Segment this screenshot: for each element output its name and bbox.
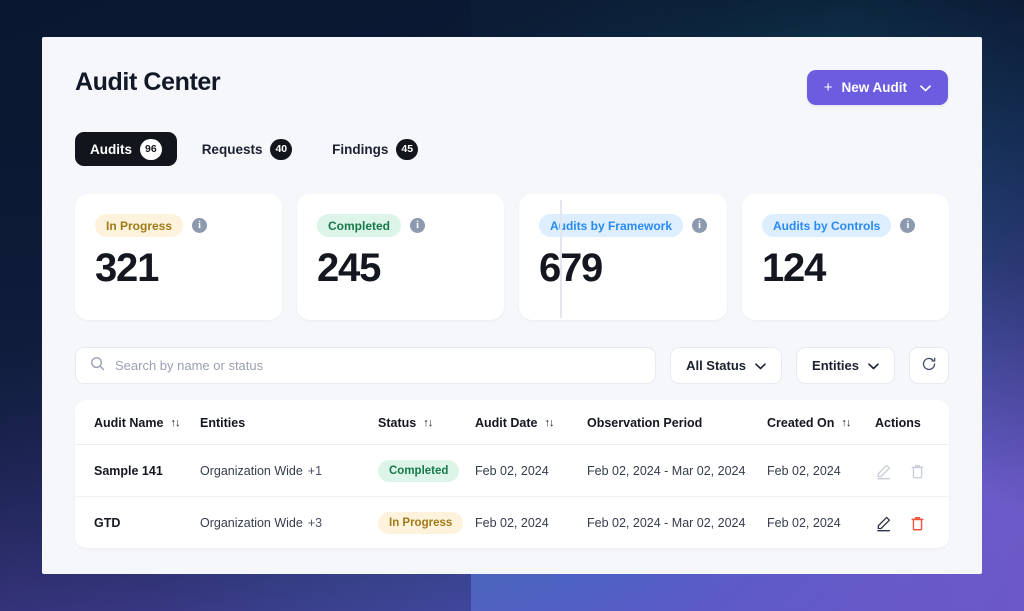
column-label: Actions <box>875 416 921 430</box>
column-label: Created On <box>767 416 835 430</box>
app-panel: Audit Center + New Audit Audits 96 Reque… <box>42 37 982 574</box>
info-icon[interactable]: i <box>410 218 425 233</box>
tab-requests-badge: 40 <box>270 138 293 160</box>
column-header-created-on[interactable]: Created On ↑↓ <box>767 400 875 445</box>
cell-status: In Progress <box>378 497 475 549</box>
cell-created-on: Feb 02, 2024 <box>767 516 841 530</box>
tab-audits-label: Audits <box>90 141 132 157</box>
delete-icon[interactable] <box>909 515 926 532</box>
stat-label-in-progress: In Progress <box>95 214 184 237</box>
tab-audits[interactable]: Audits 96 <box>75 132 177 166</box>
stat-value-audits-by-framework: 679 <box>538 246 603 290</box>
column-label: Audit Name <box>94 416 164 430</box>
sort-icon[interactable]: ↑↓ <box>841 417 851 429</box>
tab-findings-badge: 45 <box>396 138 419 160</box>
cell-actions <box>875 497 949 549</box>
tab-requests[interactable]: Requests 40 <box>187 132 307 166</box>
stat-value-in-progress: 321 <box>95 246 159 290</box>
stat-card-completed[interactable]: Completed i 245 <box>296 194 504 320</box>
sort-icon[interactable]: ↑↓ <box>170 417 180 429</box>
cell-audit-name: Sample 141 <box>75 444 200 497</box>
delete-icon <box>909 463 926 480</box>
stat-card-audits-by-framework[interactable]: Audits by Framework i 679 <box>518 194 727 320</box>
entities-filter-label: Entities <box>812 358 859 373</box>
table-row[interactable]: GTD Organization Wide +3 In Progress Feb … <box>75 497 949 549</box>
entity-extra-count: +1 <box>307 464 323 478</box>
column-header-status[interactable]: Status ↑↓ <box>378 400 475 445</box>
table-header-row: Audit Name ↑↓ Entities Status ↑↓ Audit D… <box>75 400 949 445</box>
info-icon[interactable]: i <box>900 218 916 233</box>
column-header-actions: Actions <box>875 400 949 445</box>
cell-audit-date: Feb 02, 2024 <box>475 444 587 497</box>
entity-name: Organization Wide <box>200 516 303 530</box>
entity-name: Organization Wide <box>200 464 303 478</box>
cell-status: Completed <box>378 444 475 497</box>
column-header-observation-period: Observation Period <box>587 400 767 445</box>
cell-audit-date: Feb 02, 2024 <box>475 516 549 530</box>
refresh-icon <box>921 356 937 375</box>
column-header-audit-date[interactable]: Audit Date ↑↓ <box>475 400 587 445</box>
info-icon[interactable]: i <box>192 218 208 233</box>
stat-divider <box>560 200 562 318</box>
cell-created-on: Feb 02, 2024 <box>767 444 875 497</box>
chevron-down-icon <box>755 358 766 373</box>
edit-icon <box>875 463 892 480</box>
new-audit-button[interactable]: + New Audit <box>806 70 948 105</box>
column-label: Audit Date <box>475 416 538 430</box>
cell-entities: Organization Wide +1 <box>200 444 378 497</box>
plus-icon: + <box>823 78 833 96</box>
edit-icon[interactable] <box>875 515 892 532</box>
tab-findings[interactable]: Findings 45 <box>317 132 433 166</box>
stat-value-completed: 245 <box>316 246 381 290</box>
search-input[interactable] <box>115 358 642 373</box>
cell-entities: Organization Wide +3 <box>200 497 378 549</box>
page-header: Audit Center + New Audit <box>42 37 982 105</box>
stat-value-audits-by-controls: 124 <box>762 246 826 290</box>
status-filter-dropdown[interactable]: All Status <box>670 347 783 384</box>
table-row[interactable]: Sample 141 Organization Wide +1 Completed… <box>75 444 949 497</box>
sort-icon[interactable]: ↑↓ <box>545 417 555 429</box>
cell-observation-period: Feb 02, 2024 - Mar 02, 2024 <box>587 444 767 497</box>
new-audit-label: New Audit <box>841 80 908 95</box>
status-filter-label: All Status <box>686 358 747 373</box>
cell-audit-name: GTD <box>94 516 121 530</box>
sort-icon[interactable]: ↑↓ <box>423 417 433 429</box>
page-title: Audit Center <box>75 68 221 96</box>
column-label: Observation Period <box>587 416 703 430</box>
stat-card-header: Audits by Framework i <box>538 214 707 237</box>
chevron-down-icon <box>868 358 879 373</box>
status-badge: Completed <box>378 460 460 482</box>
tab-audits-badge: 96 <box>140 138 162 160</box>
stat-card-in-progress[interactable]: In Progress i 321 <box>75 194 282 320</box>
refresh-button[interactable] <box>909 347 949 384</box>
cell-observation-period: Feb 02, 2024 - Mar 02, 2024 <box>587 516 746 530</box>
column-label: Entities <box>200 416 246 430</box>
stat-card-header: Audits by Controls i <box>762 214 929 237</box>
column-header-entities: Entities <box>200 400 378 445</box>
stat-card-row: In Progress i 321 Completed i 245 Audits… <box>42 166 982 320</box>
stat-label-completed: Completed <box>316 214 401 237</box>
audits-table: Audit Name ↑↓ Entities Status ↑↓ Audit D… <box>75 400 949 548</box>
column-label: Status <box>378 416 417 430</box>
search-box[interactable] <box>75 347 657 384</box>
stat-card-header: In Progress i <box>95 214 262 237</box>
stat-label-audits-by-controls: Audits by Controls <box>762 214 892 237</box>
entity-extra-count: +3 <box>307 516 323 530</box>
entities-filter-dropdown[interactable]: Entities <box>796 347 895 384</box>
stat-card-audits-by-controls[interactable]: Audits by Controls i 124 <box>742 194 949 320</box>
column-header-audit-name[interactable]: Audit Name ↑↓ <box>75 400 200 445</box>
table-toolbar: All Status Entities <box>42 320 982 384</box>
tab-bar: Audits 96 Requests 40 Findings 45 <box>42 105 982 166</box>
search-icon <box>90 356 105 376</box>
status-badge: In Progress <box>378 512 464 534</box>
tab-findings-label: Findings <box>332 141 389 157</box>
stat-card-header: Completed i <box>316 214 484 237</box>
chevron-down-icon <box>920 80 931 95</box>
cell-actions <box>875 444 949 497</box>
tab-requests-label: Requests <box>201 141 263 157</box>
info-icon[interactable]: i <box>692 218 707 233</box>
